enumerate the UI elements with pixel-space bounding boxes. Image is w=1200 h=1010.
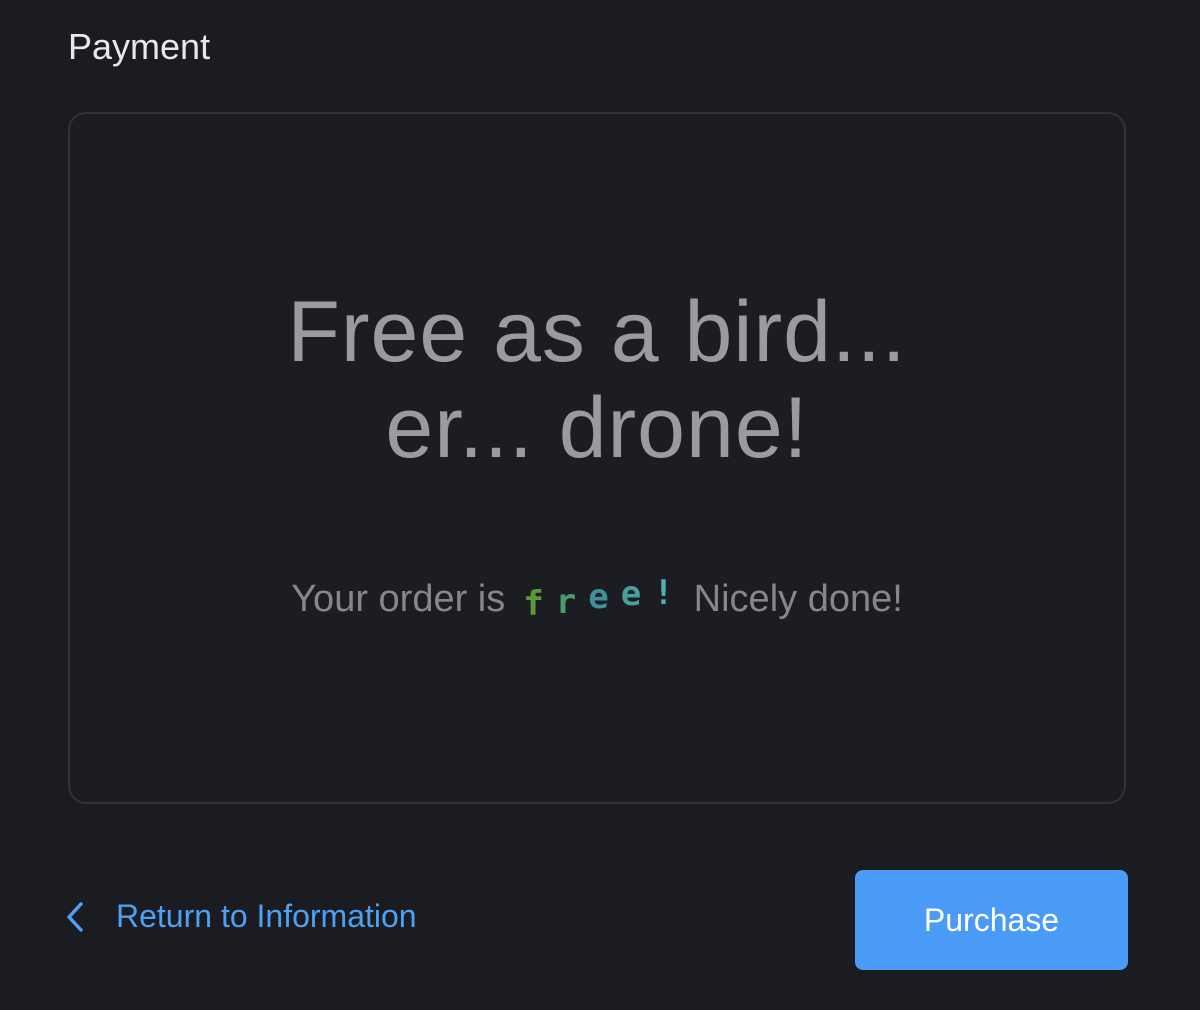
free-order-card: Free as a bird... er... drone! Your orde… <box>68 112 1126 804</box>
headline-line-2: er... drone! <box>385 380 809 476</box>
free-letter: ! <box>653 572 674 613</box>
free-letter: r <box>555 581 577 622</box>
free-letter: f <box>523 583 544 624</box>
section-title: Payment <box>68 26 211 67</box>
message-prefix: Your order is <box>291 578 506 620</box>
payment-page: Payment Free as a bird... er... drone! Y… <box>0 0 1200 1010</box>
headline-line-1: Free as a bird... <box>287 284 907 380</box>
free-message: Your order is f r e e ! Nicely done! <box>291 573 903 624</box>
free-word: f r e e ! <box>517 573 679 624</box>
headline: Free as a bird... er... drone! <box>287 284 906 476</box>
free-letter: e <box>620 573 642 614</box>
message-suffix: Nicely done! <box>693 578 903 620</box>
purchase-button[interactable]: Purchase <box>855 870 1128 970</box>
chevron-left-icon <box>67 901 83 932</box>
return-link-label: Return to Information <box>116 898 417 934</box>
return-to-information-link[interactable]: Return to Information <box>64 898 417 935</box>
free-letter: e <box>588 576 609 617</box>
